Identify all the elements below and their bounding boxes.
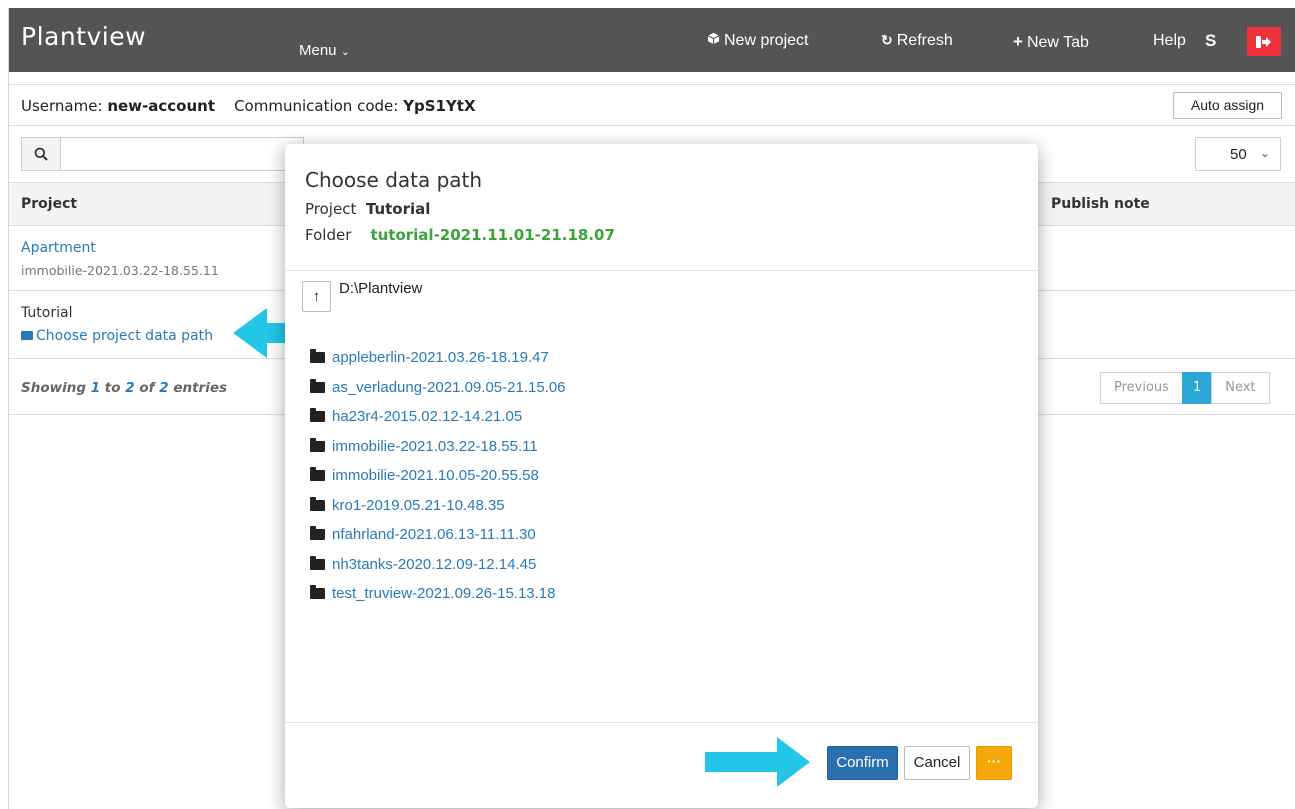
folder-item[interactable]: as_verladung-2021.09.05-21.15.06 [310, 373, 566, 403]
folder-name: kro1-2019.05.21-10.48.35 [332, 496, 505, 514]
folder-icon [310, 408, 325, 423]
folder-name: nfahrland-2021.06.13-11.11.30 [332, 526, 536, 544]
folder-name: immobilie-2021.10.05-20.55.58 [332, 467, 539, 485]
entries-info: Showing 1 to 2 of 2 entries [21, 380, 227, 396]
project-folder: immobilie-2021.03.22-18.55.11 [21, 263, 219, 278]
username-value: new-account [107, 97, 215, 115]
folder-list: appleberlin-2021.03.26-18.19.47 as_verla… [310, 343, 566, 609]
folder-item[interactable]: ha23r4-2015.02.12-14.21.05 [310, 402, 566, 432]
new-tab-label: New Tab [1026, 34, 1089, 51]
folder-item[interactable]: test_truview-2021.09.26-15.13.18 [310, 579, 566, 609]
cube-icon [707, 32, 720, 48]
folder-name: appleberlin-2021.03.26-18.19.47 [332, 349, 549, 367]
entries-total: 2 [159, 380, 169, 396]
folder-value: tutorial-2021.11.01-21.18.07 [370, 226, 615, 244]
search-input[interactable] [60, 137, 304, 171]
user-initial[interactable]: S [1205, 31, 1216, 51]
folder-name: test_truview-2021.09.26-15.13.18 [332, 585, 556, 603]
folder-icon [310, 526, 325, 541]
pagination: Previous 1 Next [1100, 372, 1270, 404]
choose-data-path-label: Choose project data path [36, 328, 213, 344]
new-tab-button[interactable]: + New Tab [1013, 32, 1089, 52]
project-value: Tutorial [365, 200, 431, 218]
pagination-page-1[interactable]: 1 [1181, 372, 1213, 404]
pagination-previous[interactable]: Previous [1100, 372, 1183, 404]
entries-prefix: Showing [21, 380, 86, 396]
plus-icon: + [1013, 32, 1023, 51]
refresh-button[interactable]: ↻ Refresh [881, 32, 953, 50]
logout-button[interactable] [1247, 27, 1281, 56]
current-path: D:\Plantview [339, 280, 423, 297]
folder-item[interactable]: appleberlin-2021.03.26-18.19.47 [310, 343, 566, 373]
new-project-button[interactable]: New project [707, 32, 808, 50]
folder-name: as_verladung-2021.09.05-21.15.06 [332, 378, 566, 396]
app-window: Plantview Menu ⌄ New project ↻ Refresh + N… [8, 8, 1295, 809]
choose-data-path-dialog: Choose data path Project Tutorial Folder… [285, 144, 1038, 808]
app-logo[interactable]: Plantview [21, 22, 146, 51]
chevron-down-icon: ⌄ [1260, 146, 1271, 160]
entries-from: 1 [90, 380, 101, 396]
pagination-next[interactable]: Next [1211, 372, 1270, 404]
folder-icon [310, 496, 325, 511]
folder-icon [310, 555, 325, 570]
annotation-arrow-right-icon [705, 737, 810, 787]
folder-icon [310, 349, 325, 364]
chevron-down-icon: ⌄ [340, 46, 350, 58]
search-icon [34, 145, 48, 162]
folder-item[interactable]: immobilie-2021.03.22-18.55.11 [310, 432, 566, 462]
navbar: Plantview Menu ⌄ New project ↻ Refresh + N… [9, 8, 1295, 72]
folder-name: immobilie-2021.03.22-18.55.11 [332, 437, 538, 455]
refresh-icon: ↻ [881, 32, 893, 48]
dialog-footer-divider [285, 722, 1038, 723]
folder-item[interactable]: immobilie-2021.10.05-20.55.58 [310, 461, 566, 491]
cancel-button[interactable]: Cancel [904, 746, 970, 780]
help-link[interactable]: Help [1153, 32, 1186, 50]
refresh-label: Refresh [896, 32, 953, 49]
account-info: Username: new-account Communication code… [21, 97, 476, 115]
entries-to: 2 [125, 380, 135, 396]
auto-assign-button[interactable]: Auto assign [1173, 92, 1282, 119]
menu-dropdown[interactable]: Menu ⌄ [299, 42, 350, 59]
folder-item[interactable]: nfahrland-2021.06.13-11.11.30 [310, 520, 566, 550]
entries-suffix: entries [173, 380, 228, 396]
logout-icon [1256, 33, 1272, 50]
entries-of-word: of [139, 380, 155, 396]
dialog-folder-line: Folder tutorial-2021.11.01-21.18.07 [305, 226, 615, 244]
dialog-divider [285, 270, 1038, 271]
username-label: Username: [21, 97, 103, 115]
column-header-project[interactable]: Project [21, 196, 77, 212]
column-header-publish-note[interactable]: Publish note [1051, 196, 1150, 212]
parent-directory-button[interactable]: ↑ [302, 281, 331, 312]
dialog-title: Choose data path [305, 168, 483, 192]
folder-item[interactable]: nh3tanks-2020.12.09-12.14.45 [310, 550, 566, 580]
folder-label: Folder [305, 226, 352, 244]
search-button[interactable] [21, 137, 61, 171]
folder-name: nh3tanks-2020.12.09-12.14.45 [332, 555, 537, 573]
page-size-value: 50 [1230, 146, 1247, 163]
code-value: YpS1YtX [403, 97, 476, 115]
code-label: Communication code: [234, 97, 399, 115]
folder-item[interactable]: kro1-2019.05.21-10.48.35 [310, 491, 566, 521]
project-name: Tutorial [21, 305, 73, 321]
new-project-label: New project [724, 32, 809, 49]
folder-icon [310, 437, 325, 452]
choose-data-path-link[interactable]: Choose project data path [21, 328, 213, 344]
folder-name: ha23r4-2015.02.12-14.21.05 [332, 408, 523, 426]
more-options-button[interactable]: ··· [976, 746, 1012, 780]
page-size-select[interactable]: 50 ⌄ [1195, 137, 1281, 171]
project-label: Project [305, 200, 357, 218]
project-link[interactable]: Apartment [21, 240, 96, 256]
folder-icon [310, 585, 325, 600]
dialog-project-line: Project Tutorial [305, 200, 430, 218]
confirm-button[interactable]: Confirm [827, 746, 898, 780]
folder-icon [21, 331, 33, 340]
folder-icon [310, 467, 325, 482]
account-info-bar: Username: new-account Communication code… [9, 84, 1295, 126]
folder-icon [310, 378, 325, 393]
entries-to-word: to [104, 380, 121, 396]
menu-label: Menu [299, 42, 337, 59]
